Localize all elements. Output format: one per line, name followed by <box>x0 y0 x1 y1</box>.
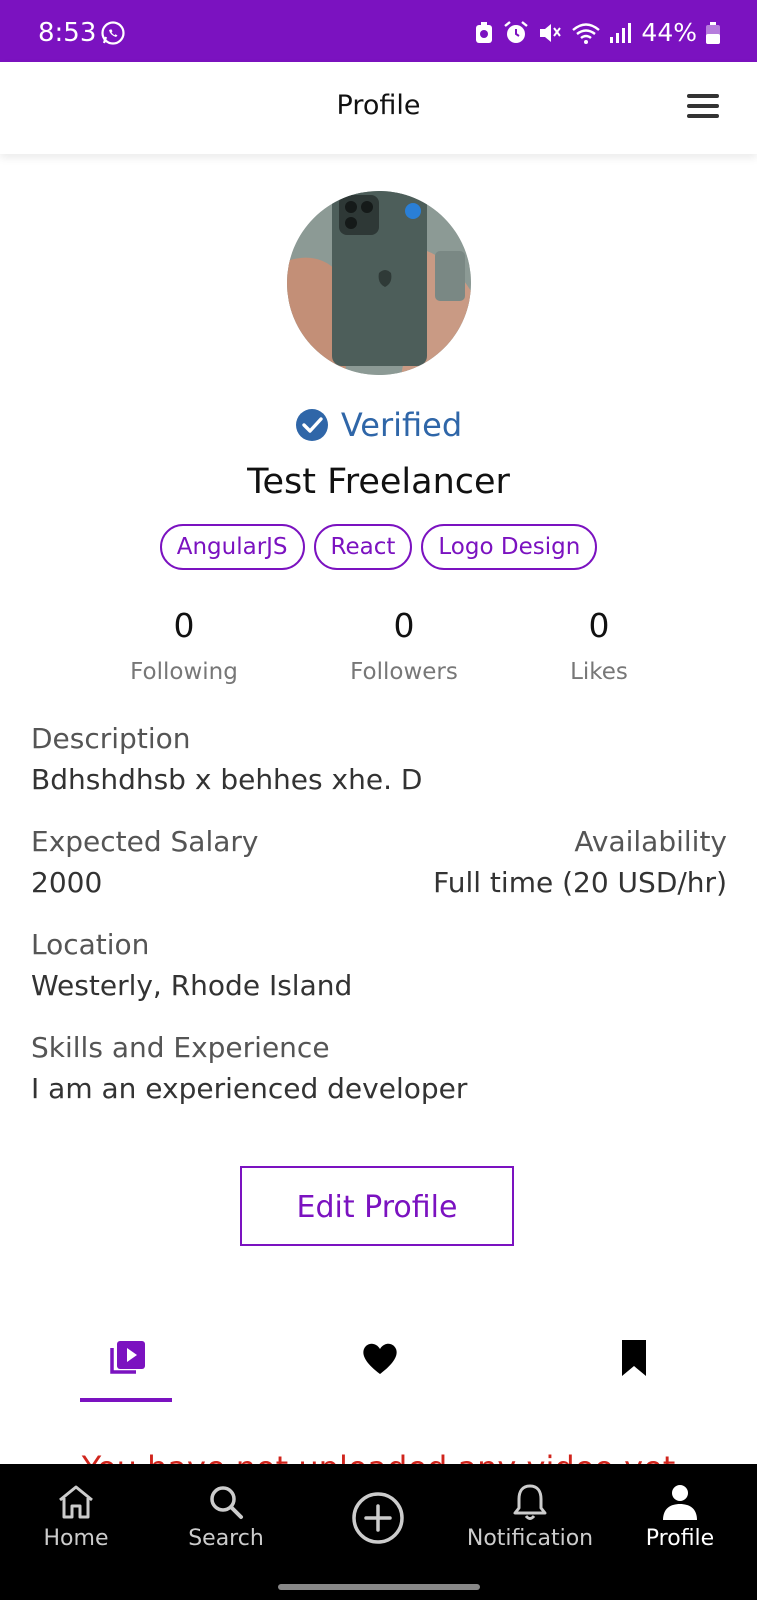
stat-following[interactable]: 0 Following <box>84 606 284 685</box>
stat-followers[interactable]: 0 Followers <box>304 606 504 685</box>
content-tabs <box>0 1330 757 1400</box>
add-circle-icon <box>352 1492 404 1544</box>
home-icon <box>59 1485 93 1519</box>
verified-check-icon <box>295 409 328 441</box>
edit-profile-button[interactable]: Edit Profile <box>240 1166 514 1246</box>
user-name: Test Freelancer <box>247 462 510 502</box>
status-time: 8:53 <box>38 18 97 48</box>
status-icons: 44% <box>473 18 721 47</box>
active-tab-indicator <box>80 1398 172 1402</box>
skills-section: Skills and Experience I am an experience… <box>31 1031 727 1105</box>
app-header: Profile <box>0 62 757 154</box>
description-section: Description Bdhshdhsb x behhes xhe. D <box>31 722 727 796</box>
alarm-icon <box>504 20 529 43</box>
tab-saved[interactable] <box>592 1330 672 1400</box>
nav-notification[interactable]: Notification <box>462 1464 598 1564</box>
stat-label: Likes <box>570 659 628 685</box>
person-icon <box>663 1485 697 1520</box>
skills-value: I am an experienced developer <box>31 1072 468 1105</box>
wifi-icon <box>572 22 601 44</box>
tab-liked[interactable] <box>338 1330 418 1400</box>
skill-tag: React <box>313 524 413 570</box>
skills-label: Skills and Experience <box>31 1031 330 1064</box>
menu-button[interactable] <box>687 94 719 120</box>
battery-percent: 44% <box>641 18 697 47</box>
signal-icon <box>610 22 632 43</box>
battery-icon <box>706 21 720 44</box>
avatar-image <box>287 191 471 375</box>
bell-icon <box>513 1484 547 1520</box>
menu-icon-bar <box>687 94 719 98</box>
profile-stats: 0 Following 0 Followers 0 Likes <box>0 606 757 696</box>
search-icon <box>210 1486 243 1519</box>
location-value: Westerly, Rhode Island <box>31 969 353 1002</box>
stat-label: Followers <box>350 659 458 685</box>
stat-value: 0 <box>393 606 415 645</box>
page-title: Profile <box>336 90 421 121</box>
tab-videos[interactable] <box>86 1330 166 1400</box>
stat-label: Following <box>130 659 238 685</box>
stat-value: 0 <box>588 606 610 645</box>
skill-tag: AngularJS <box>159 524 305 570</box>
empty-videos-message: You have not uploaded any video yet <box>0 1440 757 1464</box>
availability-label: Availability <box>574 825 727 858</box>
cleaner-icon <box>476 21 493 43</box>
skill-tag: Logo Design <box>421 524 598 570</box>
home-indicator[interactable] <box>278 1584 480 1590</box>
availability-value: Full time (20 USD/hr) <box>433 866 727 899</box>
stat-likes[interactable]: 0 Likes <box>499 606 699 685</box>
mute-icon <box>540 23 562 42</box>
verified-label: Verified <box>340 406 463 444</box>
location-label: Location <box>31 928 150 961</box>
nav-label: Search <box>188 1526 264 1551</box>
nav-label: Notification <box>466 1526 594 1551</box>
verified-badge: Verified <box>0 406 757 444</box>
nav-home[interactable]: Home <box>26 1464 126 1564</box>
description-value: Bdhshdhsb x behhes xhe. D <box>31 763 423 796</box>
salary-availability-section: Expected Salary 2000 Availability Full t… <box>31 825 727 899</box>
heart-icon <box>363 1343 397 1374</box>
description-label: Description <box>31 722 191 755</box>
nav-add[interactable] <box>338 1464 418 1564</box>
nav-profile[interactable]: Profile <box>630 1464 730 1564</box>
skill-tags: AngularJS React Logo Design <box>0 524 757 570</box>
nav-label: Profile <box>645 1526 715 1551</box>
menu-icon-bar <box>687 114 719 118</box>
stat-value: 0 <box>173 606 195 645</box>
status-bar: 8:53 44% <box>0 0 757 62</box>
location-section: Location Westerly, Rhode Island <box>31 928 727 1002</box>
nav-search[interactable]: Search <box>176 1464 276 1564</box>
whatsapp-icon <box>101 21 125 45</box>
bookmark-icon <box>622 1340 646 1376</box>
nav-label: Home <box>43 1526 109 1551</box>
bottom-nav: Home Search Notification Profile <box>0 1464 757 1600</box>
avatar <box>287 191 471 375</box>
video-library-icon <box>110 1341 145 1374</box>
menu-icon-bar <box>687 104 719 108</box>
